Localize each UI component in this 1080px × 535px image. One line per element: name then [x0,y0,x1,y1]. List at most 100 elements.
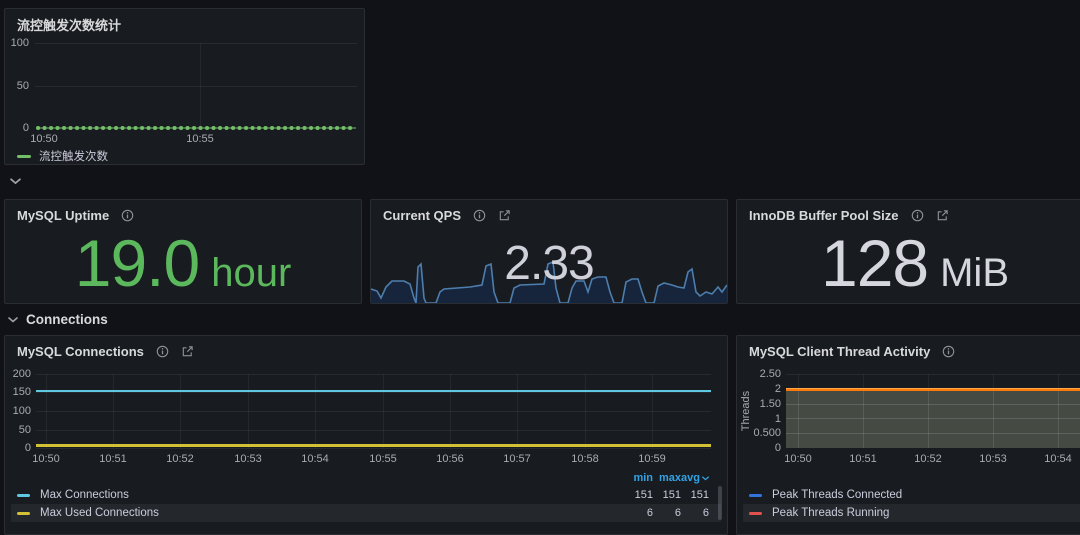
mysql-client-thread-activity-panel: MySQL Client Thread Activity Threads 2.5… [736,335,1080,535]
uptime-value: 19.0 [75,230,199,296]
gridline [36,430,711,431]
x-tick: 10:51 [849,453,877,465]
threads-series-line [786,388,1080,391]
chevron-down-icon [8,317,18,323]
mysql-uptime-panel: MySQL Uptime 19.0 hour [4,199,362,304]
x-tick: 10:50 [784,453,812,465]
flow-control-panel: 流控触发次数统计 100 50 0 10:50 10:55 流控触发次数 [4,8,365,165]
legend-avg-value: 6 [681,507,709,519]
x-tick: 10:50 [32,453,60,465]
x-tick: 10:53 [979,453,1007,465]
x-tick: 10:55 [186,133,214,145]
legend-max-value: 151 [653,489,681,501]
x-tick: 10:59 [638,453,666,465]
gridline [36,448,711,449]
legend-avg-value: 151 [681,489,709,501]
y-tick: 0.500 [745,427,781,439]
x-tick: 10:51 [99,453,127,465]
x-tick: 10:55 [369,453,397,465]
series-color-dash [749,494,762,497]
external-link-icon[interactable] [936,209,949,222]
gridline [585,374,586,448]
legend-row-max-connections[interactable]: Max Connections 151 151 151 [11,486,721,504]
x-tick: 10:57 [503,453,531,465]
y-tick: 1 [745,413,781,425]
x-tick: 10:52 [914,453,942,465]
panel-title[interactable]: 流控触发次数统计 [17,15,121,34]
legend-label: Max Connections [40,489,625,501]
gridline [450,374,451,448]
panel-title[interactable]: MySQL Uptime [17,208,109,223]
panel-title[interactable]: MySQL Client Thread Activity [749,344,930,359]
info-icon[interactable] [156,345,169,358]
flow-control-series-line [35,124,359,132]
series-color-dash [749,512,762,515]
gridline [180,374,181,448]
y-tick: 2.50 [745,368,781,380]
innodb-buffer-pool-panel: InnoDB Buffer Pool Size 128 MiB [736,199,1080,304]
legend-max-value: 6 [653,507,681,519]
gridline [35,86,357,87]
legend-label: 流控触发次数 [39,148,108,164]
gridline [248,374,249,448]
info-icon[interactable] [121,209,134,222]
y-tick: 100 [5,37,29,49]
info-icon[interactable] [473,209,486,222]
y-tick: 100 [5,405,31,417]
gridline [517,374,518,448]
legend-min-value: 6 [625,507,653,519]
gridline [652,374,653,448]
panel-title[interactable]: MySQL Connections [17,344,144,359]
max-used-connections-line [36,444,711,447]
x-tick: 10:53 [234,453,262,465]
gridline [383,374,384,448]
y-tick: 200 [5,368,31,380]
uptime-unit: hour [211,253,291,293]
series-color-dash [17,155,31,158]
series-color-dash [17,512,30,515]
legend-label: Max Used Connections [40,507,625,519]
x-tick: 10:54 [1044,453,1072,465]
y-tick: 2 [745,383,781,395]
y-tick: 1.50 [745,398,781,410]
gridline [36,411,711,412]
connections-row-toggle[interactable]: Connections [8,312,108,327]
external-link-icon[interactable] [498,209,511,222]
qps-value: 2.33 [371,240,727,288]
grafana-dashboard: { "flow_panel": { "title": "流控触发次数统计", "… [0,0,1080,522]
threads-area-fill [786,390,1080,448]
legend-row-peak-threads-connected[interactable]: Peak Threads Connected [743,486,1080,504]
panel-title[interactable]: InnoDB Buffer Pool Size [749,208,899,223]
x-tick: 10:50 [30,133,58,145]
y-tick: 0 [5,122,29,134]
external-link-icon[interactable] [181,345,194,358]
legend-item[interactable]: 流控触发次数 [17,148,108,164]
legend-scrollbar[interactable] [718,486,722,520]
gridline [315,374,316,448]
info-icon[interactable] [942,345,955,358]
x-tick: 10:58 [571,453,599,465]
gridline [786,374,1080,375]
y-tick: 0 [745,442,781,454]
gridline [36,374,711,375]
gridline [46,374,47,448]
legend-sort-max[interactable]: max [653,472,681,484]
panel-title[interactable]: Current QPS [383,208,461,223]
gridline [113,374,114,448]
mysql-connections-panel: MySQL Connections 200 150 100 50 0 10:50… [4,335,728,535]
legend-row-peak-threads-running[interactable]: Peak Threads Running [743,504,1080,522]
y-tick: 50 [5,80,29,92]
gridline [200,43,201,128]
y-tick: 50 [5,424,31,436]
legend-sort-min[interactable]: min [625,472,653,484]
row-title: Connections [26,312,108,327]
series-color-dash [17,494,30,497]
gridline [36,392,711,393]
legend-row-max-used-connections[interactable]: Max Used Connections 6 6 6 [11,504,721,522]
info-icon[interactable] [911,209,924,222]
collapsed-row-chevron-icon[interactable] [10,178,21,185]
x-tick: 10:52 [166,453,194,465]
gridline [35,43,357,44]
legend-sort-avg[interactable]: avg [681,472,709,484]
current-qps-panel: Current QPS 2.33 [370,199,728,304]
